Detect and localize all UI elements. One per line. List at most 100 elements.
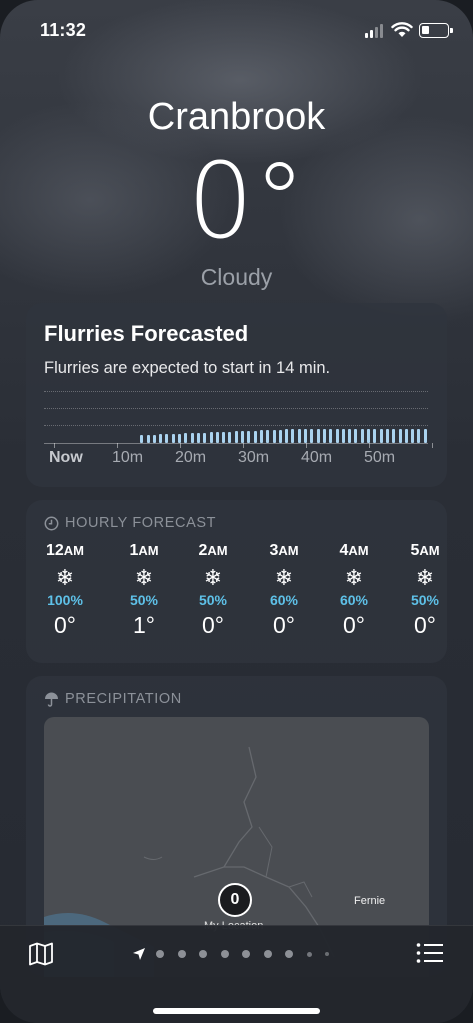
axis-tick [432, 443, 433, 448]
precip-bar [234, 431, 238, 443]
precip-bar [341, 429, 345, 443]
snowflake-icon: ❄ [415, 566, 435, 591]
precip-bar [411, 429, 415, 443]
umbrella-icon [45, 692, 58, 707]
hour-chance: 50% [129, 592, 159, 608]
city-name: Cranbrook [147, 96, 326, 138]
hour-chance: 50% [410, 592, 440, 608]
precip-bar [165, 434, 169, 443]
map-icon[interactable] [28, 942, 54, 966]
precip-bar [316, 429, 320, 443]
hour-label: 1AM [129, 542, 159, 559]
clock-icon [44, 516, 59, 530]
precip-bar [272, 429, 276, 443]
flurries-title: Flurries Forecasted [44, 321, 249, 346]
battery-icon [419, 23, 453, 38]
precip-bar [297, 429, 301, 443]
flurries-card[interactable]: Flurries Forecasted Flurries are expecte… [26, 303, 447, 487]
precip-bar [392, 429, 396, 443]
minute-precip-chart [44, 389, 433, 448]
list-icon[interactable] [416, 942, 444, 964]
precip-bar [209, 432, 213, 443]
page-dot [263, 950, 272, 958]
snowflake-icon: ❄ [55, 566, 75, 591]
precip-bar [310, 429, 314, 443]
hour-temp: 0° [343, 612, 365, 638]
flurries-subtitle: Flurries are expected to start in 14 min… [44, 359, 331, 377]
precip-bar [285, 429, 289, 443]
precip-bar [215, 432, 219, 443]
hour-label: 3AM [269, 542, 299, 559]
axis-label-30m: 30m [238, 449, 270, 466]
status-time: 11:32 [40, 20, 87, 40]
axis-label-40m: 40m [301, 449, 333, 466]
bottom-toolbar [0, 925, 473, 1023]
precip-bar [398, 429, 402, 443]
hour-temp: 0° [414, 612, 436, 638]
precip-bar [322, 429, 326, 443]
precip-bar [329, 429, 333, 443]
axis-tick [117, 443, 118, 448]
location-arrow-icon [133, 948, 145, 960]
axis-tick [54, 443, 55, 448]
cellular-signal-icon [365, 24, 385, 38]
chart-baseline [44, 443, 428, 444]
snowflake-icon: ❄ [274, 566, 294, 591]
hour-label: 5AM [410, 542, 440, 559]
precip-bar [222, 431, 226, 443]
page-dot [285, 950, 293, 958]
hourly-scroll[interactable]: 12AM ❄ 100% 0° 1AM ❄ 50% 1° 2AM ❄ 50% 0°… [26, 542, 447, 652]
precip-bar [190, 433, 194, 443]
precip-bar [203, 432, 207, 443]
current-temperature: 0° [0, 140, 473, 262]
my-location-marker[interactable]: 0 [218, 883, 252, 917]
page-dot [177, 950, 186, 958]
precip-bar [385, 429, 389, 443]
hour-temp: 0° [273, 612, 295, 638]
precip-bar [360, 429, 364, 443]
page-dot [325, 952, 329, 956]
hour-item: 3AM ❄ 60% 0° [249, 542, 319, 639]
page-indicator[interactable] [132, 947, 343, 961]
precip-bar [228, 431, 232, 443]
precip-bar [423, 429, 427, 443]
hour-label: 4AM [339, 542, 369, 559]
snowflake-icon: ❄ [344, 566, 364, 591]
precip-bar [417, 429, 421, 443]
hour-item: 12AM ❄ 100% 0° [30, 542, 100, 639]
precipitation-header: PRECIPITATION [44, 691, 182, 707]
hour-label: 2AM [198, 542, 228, 559]
axis-tick [369, 443, 370, 448]
precip-bar [171, 433, 175, 443]
current-temperature-value: 0° [187, 140, 306, 262]
precip-bar [253, 430, 257, 443]
precip-bar [367, 429, 370, 443]
page-dot [199, 950, 207, 958]
precipitation-heading: PRECIPITATION [65, 691, 182, 707]
precip-bar [379, 429, 383, 443]
axis-tick [306, 443, 307, 448]
page-dot [156, 950, 164, 958]
hour-chance: 60% [269, 592, 299, 608]
precip-bar [241, 431, 244, 443]
hour-item: 5AM ❄ 50% 0° [390, 542, 447, 639]
precip-bar [196, 432, 200, 443]
hour-temp: 0° [202, 612, 224, 638]
axis-label-10m: 10m [112, 449, 144, 466]
page-dot [220, 950, 229, 958]
weather-screen: 11:32 Cranbrook 0° Cloudy Flurries Forec… [0, 0, 473, 1023]
status-bar: 11:32 [0, 18, 473, 44]
home-indicator[interactable] [153, 1008, 320, 1014]
chart-bars [44, 389, 428, 443]
precip-bar [335, 429, 339, 443]
hour-item: 4AM ❄ 60% 0° [319, 542, 389, 639]
hourly-forecast-card[interactable]: HOURLY FORECAST 12AM ❄ 100% 0° 1AM ❄ 50%… [26, 500, 447, 663]
precip-bar [247, 430, 251, 443]
axis-label-now: Now [49, 449, 83, 466]
wifi-icon [391, 22, 413, 37]
precip-bar [373, 429, 377, 443]
current-condition: Cloudy [200, 264, 273, 290]
hour-chance: 60% [339, 592, 369, 608]
hour-temp: 1° [133, 612, 155, 638]
precip-bar [259, 430, 263, 443]
